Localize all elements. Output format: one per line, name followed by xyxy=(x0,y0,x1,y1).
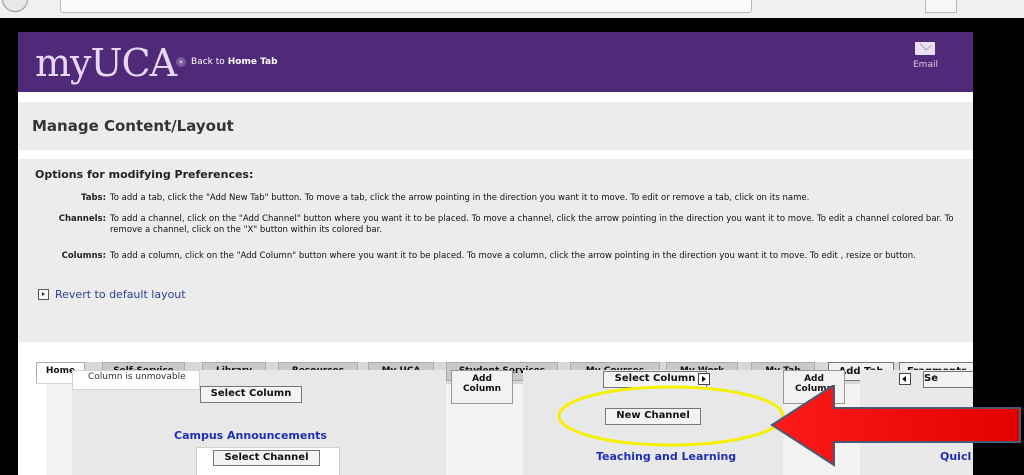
email-button[interactable]: Email xyxy=(913,42,938,70)
myuca-logo: myUCA xyxy=(35,41,177,85)
back-icon: « xyxy=(176,57,186,67)
back-to-home-tab-link[interactable]: « Back to Home Tab xyxy=(176,57,278,67)
campus-announcements-heading[interactable]: Campus Announcements xyxy=(174,429,327,442)
arrow-right-icon xyxy=(38,289,49,300)
back-link-prefix: Back to xyxy=(191,57,225,67)
option-label: Tabs: xyxy=(81,193,106,203)
tabs-option-row: Tabs: To add a tab, click the "Add New T… xyxy=(18,193,973,204)
add-column-button[interactable]: Add Column xyxy=(451,370,513,404)
browser-toolbar-button[interactable] xyxy=(925,0,957,13)
move-column-left-icon[interactable] xyxy=(899,373,911,385)
select-channel-button[interactable]: Select Channel xyxy=(213,450,320,466)
red-arrow-annotation xyxy=(770,385,1021,467)
option-label: Channels: xyxy=(58,214,106,224)
columns-option-row: Columns: To add a column, click on the "… xyxy=(18,251,973,273)
select-column-button[interactable]: Select Column xyxy=(200,386,302,403)
revert-layout-link[interactable]: Revert to default layout xyxy=(38,288,186,301)
back-link-target: Home Tab xyxy=(227,57,278,67)
page-title: Manage Content/Layout xyxy=(32,117,234,135)
browser-back-button[interactable] xyxy=(2,0,28,12)
option-text: To add a column, click on the "Add Colum… xyxy=(110,251,916,261)
option-text: To add a tab, click the "Add New Tab" bu… xyxy=(110,193,810,203)
channels-option-row: Channels: To add a channel, click on the… xyxy=(18,214,973,236)
browser-address-bar[interactable] xyxy=(60,0,752,13)
email-label: Email xyxy=(913,60,938,70)
app-header: myUCA « Back to Home Tab Email xyxy=(18,32,973,92)
option-text: To add a channel, click on the "Add Chan… xyxy=(110,214,954,235)
browser-toolbar xyxy=(0,0,1024,18)
revert-link-label: Revert to default layout xyxy=(55,288,186,301)
option-label: Columns: xyxy=(61,251,106,261)
envelope-icon xyxy=(915,42,936,55)
column-unmovable-label: Column is unmovable xyxy=(88,372,186,382)
options-title: Options for modifying Preferences: xyxy=(35,168,254,181)
